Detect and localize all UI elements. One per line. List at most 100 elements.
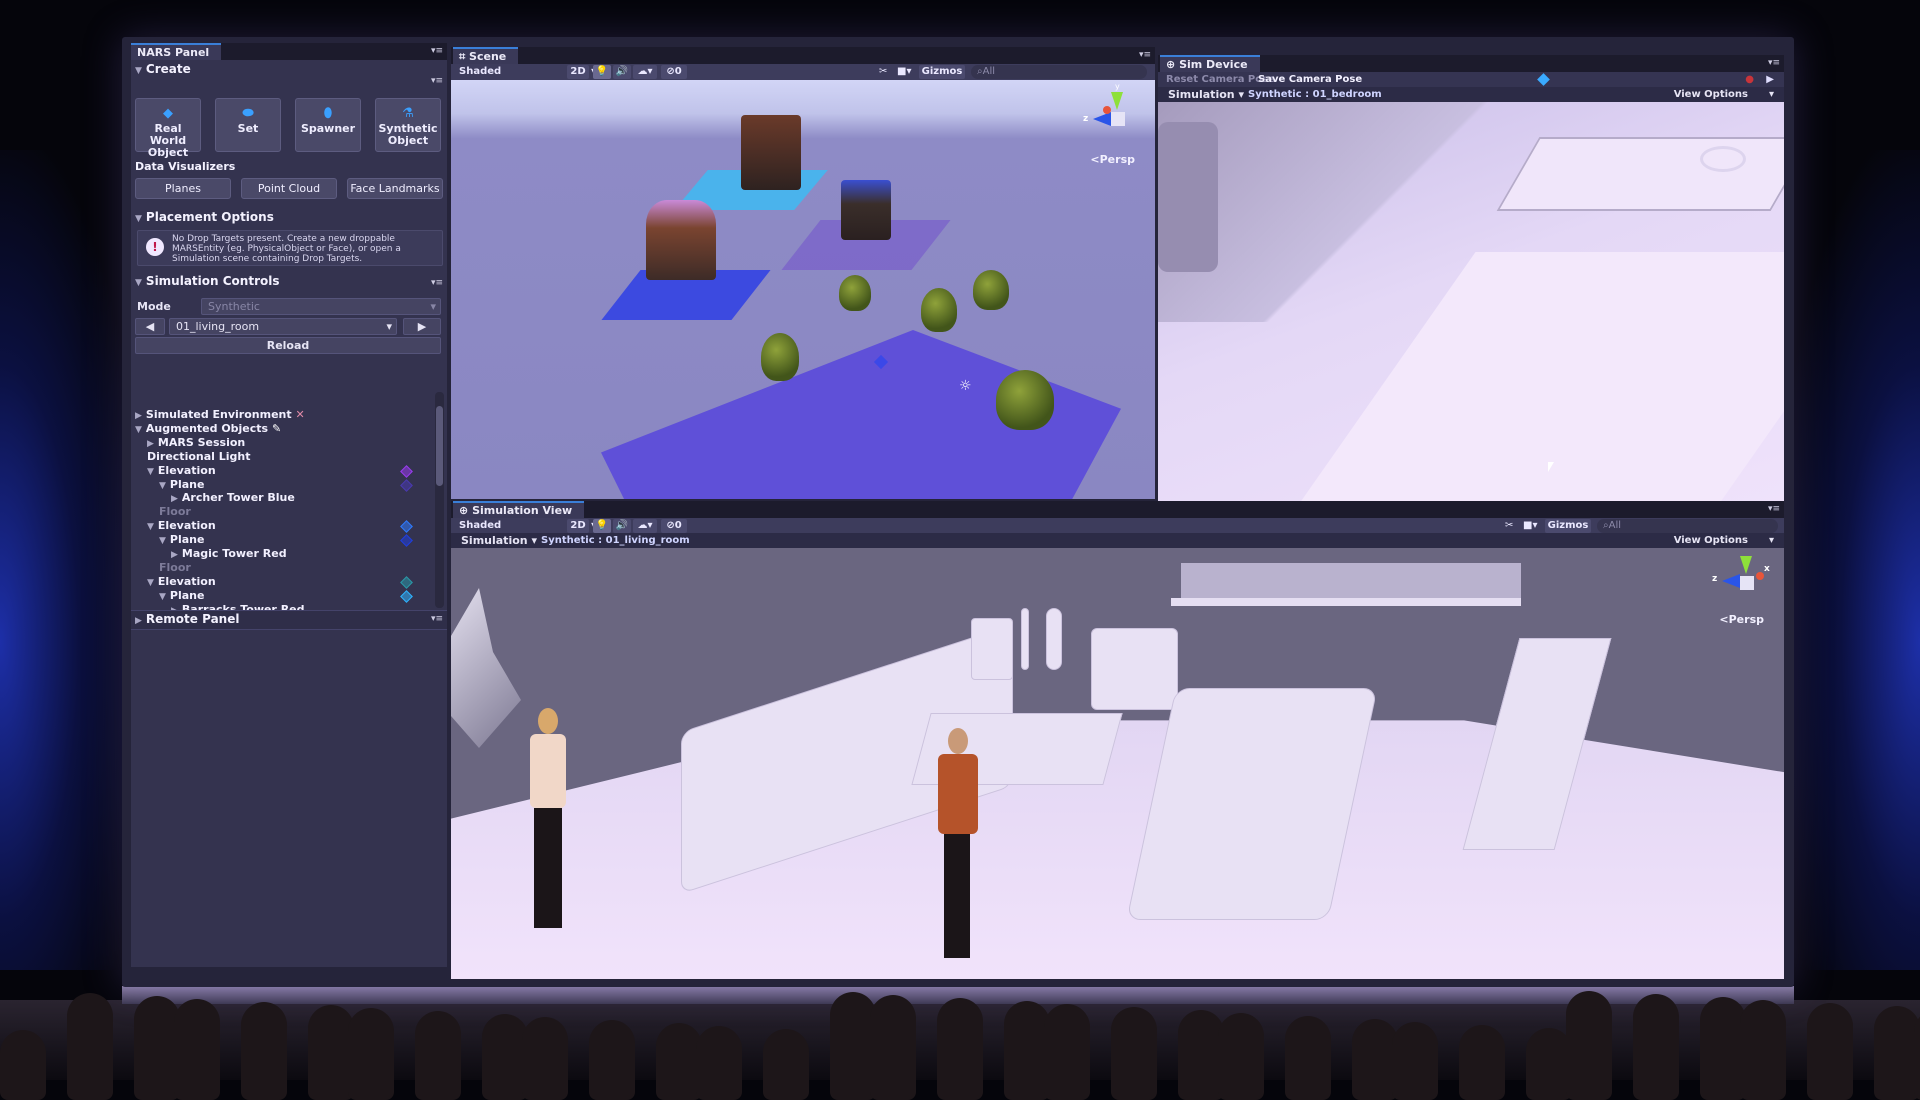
sim-device-menu-icon[interactable]: ▾≡ [1768, 58, 1780, 68]
toggle-2d-button[interactable]: 2D [567, 519, 589, 533]
face-landmarks-button[interactable]: Face Landmarks [347, 178, 443, 199]
proxy-color-icon[interactable] [400, 520, 413, 534]
sim-device-viewport[interactable] [1158, 102, 1784, 503]
hierarchy-item[interactable]: Floor [159, 505, 191, 519]
hierarchy-item[interactable]: ▶ Magic Tower Red [171, 547, 287, 561]
scene-viewport[interactable]: ☼ z y <Persp [451, 80, 1155, 499]
proxy-color-icon[interactable] [400, 534, 413, 547]
collapse-arrow-icon[interactable]: ▼ [147, 576, 154, 590]
play-icon[interactable]: ▶ [1766, 72, 1774, 87]
effects-toggle-icon[interactable]: ☁▾ [633, 519, 657, 533]
synthetic-object-button[interactable]: ⚗ Synthetic Object [375, 98, 441, 152]
record-icon[interactable]: ● [1745, 72, 1754, 87]
gizmo-center [1740, 576, 1754, 590]
tools-icon[interactable]: ✂ [1505, 519, 1513, 533]
mode-dropdown[interactable]: Synthetic ▾ [201, 298, 441, 315]
collapse-arrow-icon[interactable]: ▼ [159, 590, 166, 604]
scene-dropdown[interactable]: 01_living_room ▾ [169, 318, 397, 335]
effects-toggle-icon[interactable]: ☁▾ [633, 65, 657, 79]
gizmos-dropdown[interactable]: Gizmos ▾ [1545, 519, 1591, 545]
collapse-arrow-icon[interactable]: ▼ [147, 465, 154, 479]
expand-arrow-icon[interactable]: ▶ [171, 492, 178, 506]
simulation-view-menu-icon[interactable]: ▾≡ [1768, 504, 1780, 514]
projection-toggle[interactable]: <Persp [1719, 613, 1764, 626]
simulation-viewport[interactable]: z x <Persp [451, 548, 1784, 979]
spawner-button[interactable]: ⬮ Spawner [295, 98, 361, 152]
hierarchy-item[interactable]: ▼ Plane [159, 533, 204, 547]
directional-light-icon[interactable]: ☼ [959, 378, 972, 394]
hierarchy-item[interactable]: ▼ Elevation [147, 575, 216, 589]
collapse-arrow-icon[interactable]: ▼ [135, 423, 142, 437]
reload-button[interactable]: Reload [135, 337, 441, 354]
hierarchy-item[interactable]: Floor [159, 561, 191, 575]
tab-nars-panel[interactable]: NARS Panel [131, 43, 222, 61]
view-options-dropdown[interactable]: View Options [1674, 533, 1748, 548]
next-scene-button[interactable]: ▶ [403, 318, 441, 335]
orientation-gizmo[interactable]: z y [1083, 82, 1141, 142]
planes-button[interactable]: Planes [135, 178, 231, 199]
tools-icon[interactable]: ✕ [292, 408, 304, 421]
expand-arrow-icon[interactable]: ▶ [147, 437, 154, 451]
create-menu-icon[interactable]: ▾≡ [431, 76, 443, 86]
tab-scene[interactable]: ⌗ Scene [453, 47, 519, 65]
simulation-search-input[interactable]: ⌕All [1597, 519, 1778, 533]
remote-panel-menu-icon[interactable]: ▾≡ [431, 614, 443, 624]
diamond-icon[interactable] [1537, 73, 1550, 86]
hierarchy-item[interactable]: ▼ Plane [159, 478, 204, 492]
simulation-dropdown[interactable]: Simulation ▾ [461, 533, 537, 548]
expand-arrow-icon[interactable]: ▶ [171, 548, 178, 562]
expand-arrow-icon[interactable]: ▶ [135, 409, 142, 423]
save-camera-pose-button[interactable]: Save Camera Pose [1258, 72, 1362, 87]
tools-icon[interactable]: ✂ [879, 65, 887, 79]
chevron-down-icon[interactable]: ▾ [1769, 533, 1774, 548]
hierarchy-item[interactable]: ▼ Augmented Objects ✎ [135, 422, 281, 436]
collapse-arrow-icon[interactable]: ▼ [159, 534, 166, 548]
hierarchy-item[interactable]: ▶ MARS Session [147, 436, 245, 450]
collapse-arrow-icon[interactable]: ▼ [147, 520, 154, 534]
collapse-arrow-icon[interactable]: ▼ [159, 479, 166, 493]
hierarchy-item[interactable]: ▼ Elevation [147, 519, 216, 533]
point-cloud-button[interactable]: Point Cloud [241, 178, 337, 199]
gizmos-dropdown[interactable]: Gizmos ▾ [919, 65, 965, 91]
proxy-color-icon[interactable] [400, 464, 413, 478]
set-button[interactable]: ⬬ Set [215, 98, 281, 152]
hierarchy-item[interactable]: ▼ Plane [159, 589, 204, 603]
chevron-down-icon[interactable]: ▾ [1769, 87, 1774, 102]
proxy-color-icon[interactable] [400, 589, 413, 603]
hierarchy-item[interactable]: Directional Light [147, 450, 251, 464]
toggle-2d-button[interactable]: 2D [567, 65, 589, 79]
scrollbar-thumb[interactable] [436, 406, 443, 486]
view-options-dropdown[interactable]: View Options [1674, 87, 1748, 102]
audio-toggle-icon[interactable]: 🔊 [613, 65, 631, 79]
simulation-dropdown[interactable]: Simulation ▾ [1168, 87, 1244, 102]
real-world-object-button[interactable]: ◆ Real World Object [135, 98, 201, 159]
remote-panel-header[interactable]: ▶ Remote Panel [135, 612, 239, 626]
camera-icon[interactable]: ■▾ [1523, 519, 1537, 533]
x-axis-cone [1756, 572, 1764, 580]
placement-options-header[interactable]: ▼ Placement Options [135, 210, 274, 224]
hierarchy-item[interactable]: ▶ Simulated Environment ✕ [135, 408, 305, 422]
scene-search-input[interactable]: ⌕All [971, 65, 1147, 79]
lighting-toggle-icon[interactable]: 💡 [593, 519, 611, 533]
hierarchy-scrollbar[interactable] [435, 392, 444, 608]
hierarchy-item[interactable]: ▼ Elevation [147, 464, 216, 478]
orientation-gizmo[interactable]: z x [1712, 556, 1770, 606]
simulation-controls-menu-icon[interactable]: ▾≡ [431, 278, 443, 288]
hidden-objects-toggle[interactable]: ⊘0 [661, 65, 687, 79]
hidden-objects-toggle[interactable]: ⊘0 [661, 519, 687, 533]
pencil-icon[interactable]: ✎ [268, 422, 281, 435]
camera-icon[interactable]: ■▾ [897, 65, 911, 79]
hierarchy-item[interactable]: ▶ Archer Tower Blue [171, 491, 295, 505]
tab-simulation-view[interactable]: ⊕ Simulation View [453, 501, 585, 519]
lighting-toggle-icon[interactable]: 💡 [593, 65, 611, 79]
panel-menu-icon[interactable]: ▾≡ [431, 46, 443, 56]
projection-toggle[interactable]: <Persp [1090, 153, 1135, 166]
audio-toggle-icon[interactable]: 🔊 [613, 519, 631, 533]
scene-menu-icon[interactable]: ▾≡ [1139, 50, 1151, 60]
tab-sim-device[interactable]: ⊕ Sim Device [1160, 55, 1260, 73]
previous-scene-button[interactable]: ◀ [135, 318, 165, 335]
proxy-color-icon[interactable] [400, 575, 413, 589]
proxy-color-icon[interactable] [400, 478, 413, 492]
create-section-header[interactable]: ▼ Create [135, 62, 191, 76]
simulation-controls-header[interactable]: ▼ Simulation Controls [135, 274, 280, 288]
